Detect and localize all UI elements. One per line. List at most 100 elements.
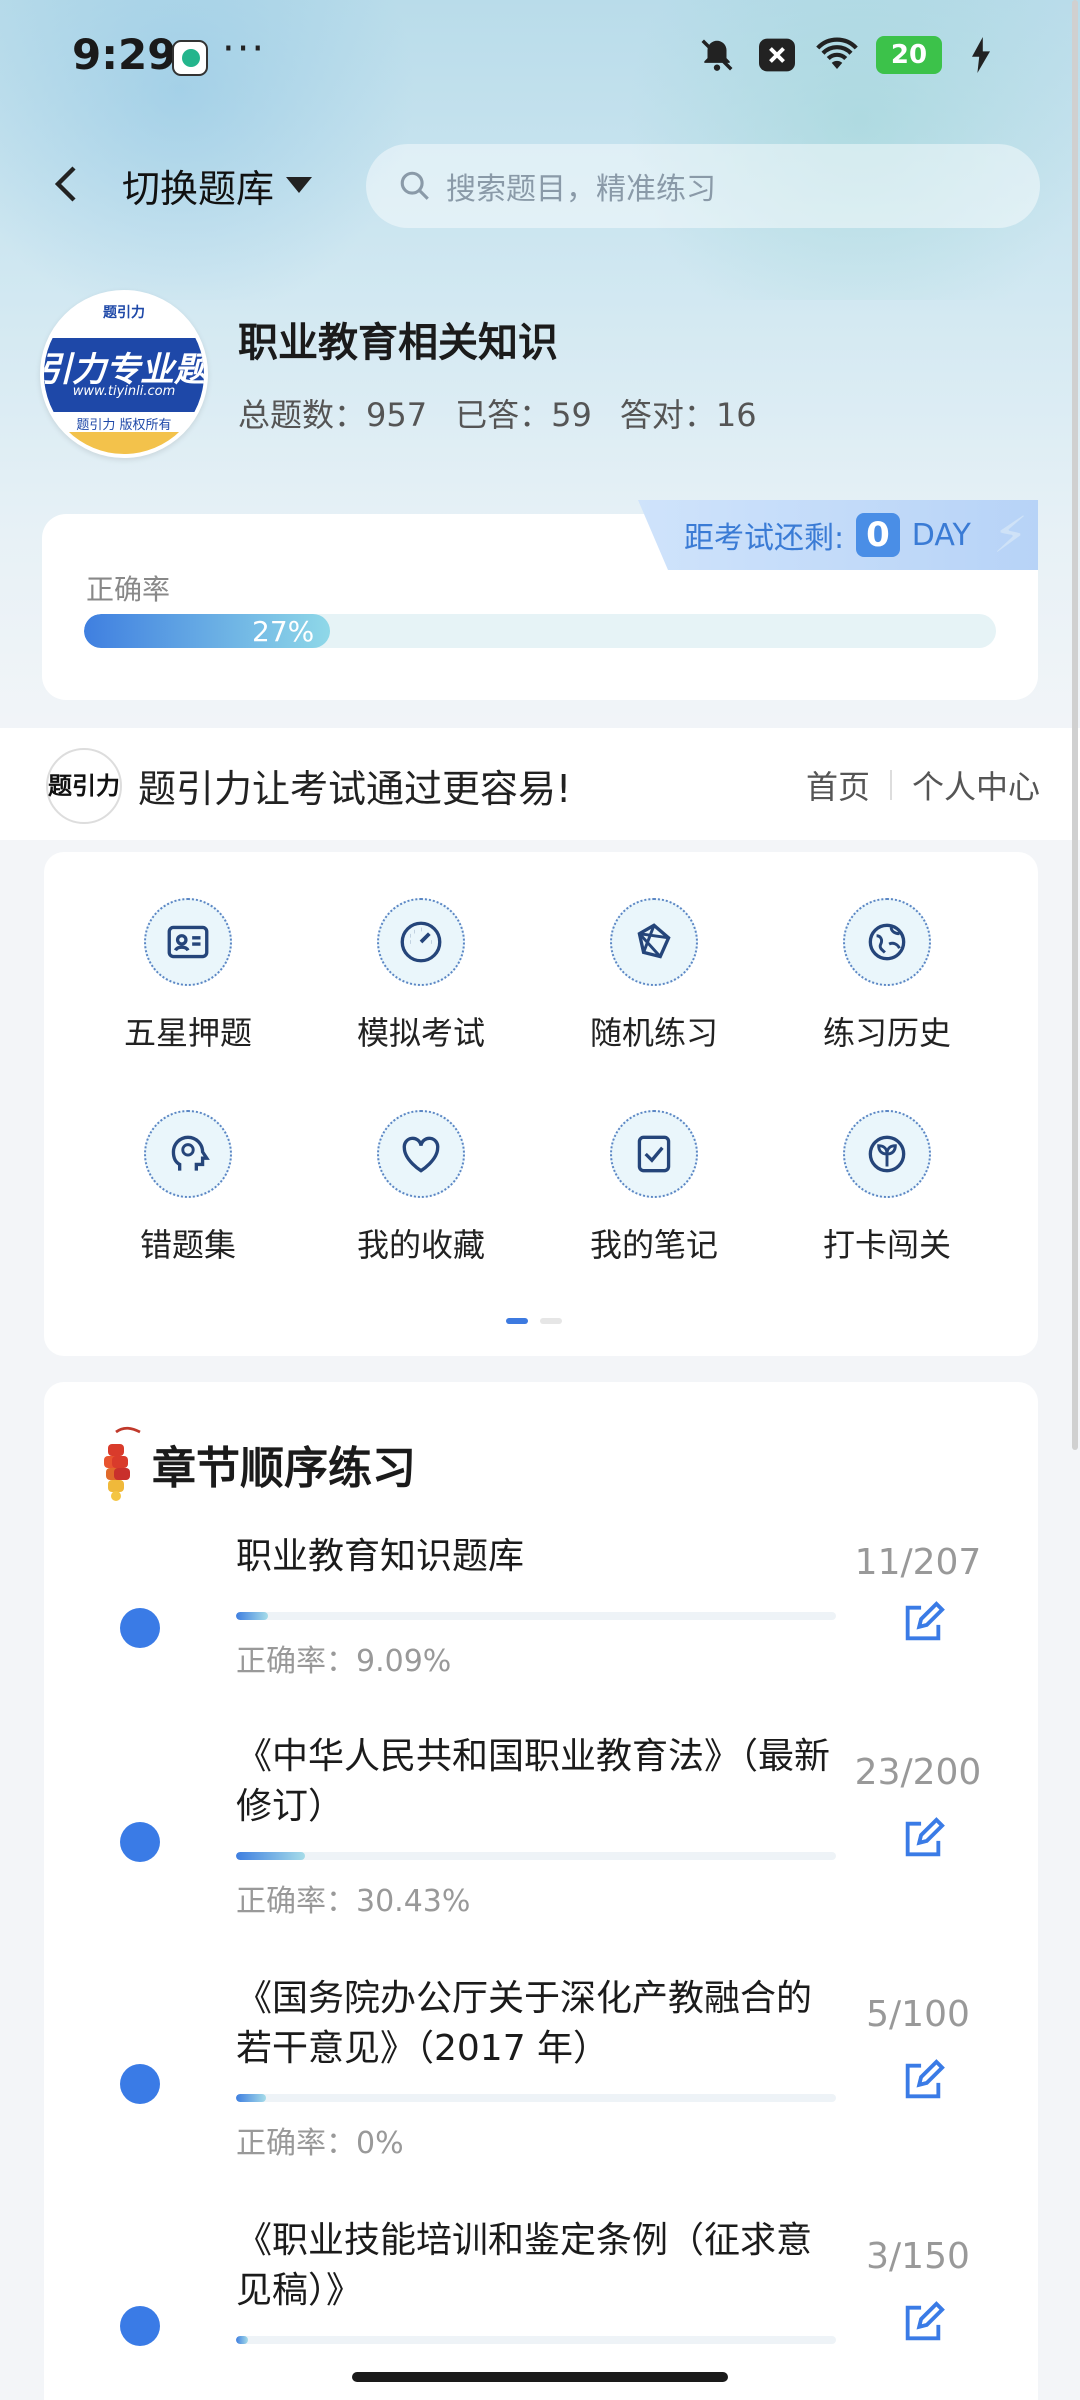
home-link[interactable]: 首页 bbox=[806, 762, 870, 808]
chapter-section-title: 章节顺序练习 bbox=[152, 1443, 416, 1494]
edit-icon[interactable] bbox=[900, 1816, 946, 1862]
chapter-progress-fill bbox=[236, 2094, 266, 2102]
slogan-text: 题引力让考试通过更容易! bbox=[138, 767, 572, 811]
chapter-progress-fill bbox=[236, 1852, 305, 1860]
brand-logo: 题引力 bbox=[46, 748, 122, 824]
accuracy-progress-bar: 27% bbox=[84, 614, 996, 648]
accuracy-card: 距考试还剩: 0 DAY ⚡ 正确率 27% bbox=[42, 500, 1038, 700]
sprout-icon bbox=[843, 1110, 931, 1198]
status-bar: 9:29 ··· 20 bbox=[0, 0, 1080, 118]
bank-stats: 总题数：957 已答：59 答对：16 bbox=[238, 390, 757, 436]
chapter-progress-bar bbox=[236, 2094, 836, 2102]
logo-top-text: 题引力 bbox=[103, 305, 145, 321]
bank-title: 职业教育相关知识 bbox=[238, 320, 558, 366]
app-notification-icon bbox=[172, 40, 208, 76]
note-check-icon bbox=[610, 1110, 698, 1198]
id-card-icon bbox=[144, 898, 232, 986]
chapter-progress-bar bbox=[236, 2336, 836, 2344]
home-indicator[interactable] bbox=[352, 2372, 728, 2382]
chapter-progress-count: 11/207 bbox=[854, 1542, 982, 1583]
switch-bank-label: 切换题库 bbox=[122, 167, 275, 211]
chapter-progress-count: 5/100 bbox=[866, 1994, 970, 2035]
correct-count: 答对：16 bbox=[619, 396, 757, 434]
chapter-title: 职业教育知识题库 bbox=[236, 1536, 525, 1577]
page-dot-active bbox=[506, 1318, 528, 1324]
accuracy-progress-fill: 27% bbox=[84, 614, 331, 648]
accuracy-label: 正确率 bbox=[86, 573, 171, 606]
feature-random-practice[interactable]: 随机练习 bbox=[554, 898, 754, 1054]
search-icon bbox=[400, 171, 429, 200]
search-placeholder: 搜索题目，精准练习 bbox=[446, 172, 716, 207]
search-input[interactable]: 搜索题目，精准练习 bbox=[366, 144, 1040, 228]
edit-icon[interactable] bbox=[900, 2300, 946, 2346]
chapter-title: 《中华人民共和国职业教育法》（最新修订） bbox=[236, 1736, 831, 1827]
switch-bank-button[interactable]: 切换题库 bbox=[122, 158, 313, 213]
gauge-icon bbox=[377, 898, 465, 986]
chapter-accuracy: 正确率：30.43% bbox=[236, 1884, 471, 1919]
page-indicator bbox=[506, 1318, 562, 1324]
feature-label: 我的收藏 bbox=[356, 1226, 485, 1264]
chapter-status-dot bbox=[120, 2306, 160, 2346]
slogan-links: 首页 个人中心 bbox=[806, 762, 1040, 808]
caret-down-icon bbox=[286, 176, 313, 193]
feature-label: 五星押题 bbox=[123, 1014, 252, 1052]
link-divider bbox=[889, 770, 892, 800]
total-count: 总题数：957 bbox=[238, 396, 428, 434]
bank-logo: 题引力 引力专业题 www.tiyinli.com 题引力 版权所有 bbox=[40, 290, 208, 458]
feature-label: 打卡闯关 bbox=[822, 1226, 951, 1264]
chapter-progress-bar bbox=[236, 1612, 836, 1620]
feature-history[interactable]: 练习历史 bbox=[787, 898, 987, 1054]
edit-icon[interactable] bbox=[900, 1600, 946, 1646]
chapter-accuracy: 正确率：0% bbox=[236, 2126, 404, 2161]
status-time: 9:29 bbox=[72, 30, 177, 79]
head-icon bbox=[144, 1110, 232, 1198]
chapter-progress-fill bbox=[236, 1612, 268, 1620]
wifi-icon bbox=[816, 36, 858, 74]
more-notifications-icon: ··· bbox=[222, 26, 267, 72]
feature-wrong-questions[interactable]: 错题集 bbox=[88, 1110, 288, 1266]
feature-five-star[interactable]: 五星押题 bbox=[88, 898, 288, 1054]
charging-icon bbox=[960, 36, 1002, 74]
feature-label: 模拟考试 bbox=[356, 1014, 485, 1052]
mute-icon bbox=[696, 36, 738, 74]
top-nav: 切换题库 搜索题目，精准练习 bbox=[0, 140, 1080, 230]
exam-countdown-days: 0 bbox=[856, 513, 900, 557]
status-icons: 20 bbox=[696, 36, 1002, 74]
globe-icon bbox=[843, 898, 931, 986]
feature-favorites[interactable]: 我的收藏 bbox=[321, 1110, 521, 1266]
firecracker-icon bbox=[104, 1426, 141, 1501]
chapter-status-dot bbox=[120, 2064, 160, 2104]
exam-countdown-unit: DAY bbox=[911, 517, 971, 553]
chapter-progress-fill bbox=[236, 2336, 248, 2344]
feature-mock-exam[interactable]: 模拟考试 bbox=[321, 898, 521, 1054]
shuffle-icon bbox=[610, 898, 698, 986]
edit-icon[interactable] bbox=[900, 2058, 946, 2104]
chapter-header: 章节顺序练习 bbox=[92, 1424, 416, 1504]
exam-countdown[interactable]: 距考试还剩: 0 DAY ⚡ bbox=[638, 500, 1038, 570]
accuracy-value: 27% bbox=[252, 614, 315, 648]
chapter-accuracy: 正确率：9.09% bbox=[236, 1644, 452, 1679]
feature-label: 随机练习 bbox=[589, 1014, 718, 1052]
feature-check-in[interactable]: 打卡闯关 bbox=[787, 1110, 987, 1266]
chapter-progress-count: 23/200 bbox=[854, 1752, 982, 1793]
chapter-practice-card: 章节顺序练习 职业教育知识题库 正确率：9.09% 11/207 《中华人民共和… bbox=[44, 1382, 1038, 2400]
feature-label: 错题集 bbox=[139, 1226, 236, 1264]
back-button[interactable] bbox=[44, 160, 92, 208]
chapter-status-dot bbox=[120, 1608, 160, 1648]
chapter-progress-count: 3/150 bbox=[866, 2236, 970, 2277]
personal-center-link[interactable]: 个人中心 bbox=[912, 762, 1040, 808]
exam-countdown-label: 距考试还剩: bbox=[684, 521, 845, 556]
feature-label: 练习历史 bbox=[822, 1014, 951, 1052]
close-box-icon bbox=[756, 36, 798, 74]
chapter-status-dot bbox=[120, 1822, 160, 1862]
scrollbar[interactable] bbox=[1072, 0, 1078, 1450]
chapter-title: 《国务院办公厅关于深化产教融合的若干意见》（2017 年） bbox=[236, 1978, 813, 2069]
feature-grid: 五星押题 模拟考试 随机练习 练习历史 错题集 我的收藏 我的笔记 打卡闯关 bbox=[44, 852, 1038, 1356]
page-dot bbox=[540, 1318, 562, 1324]
chapter-progress-bar bbox=[236, 1852, 836, 1860]
feature-label: 我的笔记 bbox=[589, 1226, 718, 1264]
feature-notes[interactable]: 我的笔记 bbox=[554, 1110, 754, 1266]
logo-foot-text: 题引力 版权所有 bbox=[76, 418, 172, 433]
heart-icon bbox=[377, 1110, 465, 1198]
chapter-title: 《职业技能培训和鉴定条例（征求意见稿）》 bbox=[236, 2220, 813, 2311]
